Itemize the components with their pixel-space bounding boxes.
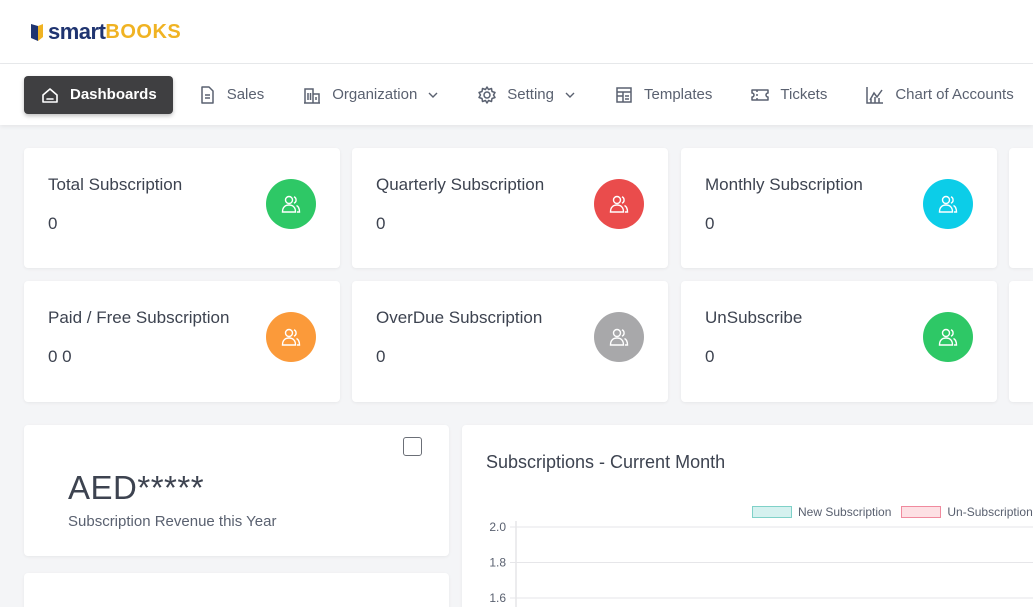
revenue-card: AED***** Subscription Revenue this Year (24, 425, 449, 556)
nav-item-templates[interactable]: Templates (600, 76, 726, 114)
main-nav: Dashboards Sales Organization Setting Te… (0, 64, 1033, 125)
users-icon (923, 179, 973, 229)
stat-title: UnSubscribe (705, 308, 803, 327)
chevron-down-icon (565, 92, 575, 98)
nav-item-dashboards[interactable]: Dashboards (24, 75, 173, 114)
stat-value: 0 (705, 214, 715, 233)
template-icon (616, 86, 632, 103)
stat-card-quarterly-subscription[interactable]: Quarterly Subscription 0 (352, 148, 668, 268)
stat-value: 0 (48, 214, 58, 233)
stat-value: 0 (376, 214, 386, 233)
building-icon (304, 87, 321, 104)
nav-item-sales[interactable]: Sales (183, 76, 279, 114)
subscriptions-chart-card: Subscriptions - Current Month New Subscr… (462, 425, 1033, 607)
stat-card-monthly-subscription[interactable]: Monthly Subscription 0 (681, 148, 997, 268)
smartbooks-logo[interactable]: smart BOOKS (30, 18, 181, 46)
stat-title: Monthly Subscription (705, 175, 863, 194)
revenue-value: AED***** (68, 469, 205, 506)
home-icon (42, 87, 58, 103)
bottom-card (24, 573, 449, 607)
nav-label: Dashboards (70, 86, 157, 103)
gear-icon (478, 85, 497, 104)
nav-label: Tickets (780, 86, 828, 103)
chart-y-tick-label: 1.8 (489, 556, 506, 570)
stat-title: Total Subscription (48, 175, 183, 194)
stat-card-partial (1009, 148, 1033, 268)
nav-item-organization[interactable]: Organization (288, 76, 453, 114)
stat-title: OverDue Subscription (376, 308, 543, 327)
users-icon (594, 312, 644, 362)
chevron-down-icon (428, 92, 438, 98)
stat-title: Quarterly Subscription (376, 175, 545, 194)
stat-title: Paid / Free Subscription (48, 308, 230, 327)
stat-card-total-subscription[interactable]: Total Subscription 0 (24, 148, 340, 268)
stat-value: 0 (705, 347, 715, 366)
chart-plot: 2.0 1.8 1.6 (489, 520, 1033, 607)
nav-label: Templates (644, 86, 713, 103)
logo-text-books: BOOKS (105, 20, 182, 43)
chart-y-tick-label: 2.0 (489, 520, 506, 534)
top-header: smart BOOKS (0, 0, 1033, 64)
nav-label: Organization (332, 86, 418, 103)
revenue-visibility-checkbox[interactable] (403, 437, 422, 456)
stat-card-paid-free-subscription[interactable]: Paid / Free Subscription 0 0 (24, 281, 340, 402)
nav-item-setting[interactable]: Setting (463, 76, 590, 114)
stat-card-partial (1009, 281, 1033, 402)
logo-mark-icon (31, 24, 43, 41)
stat-value: 0 0 (48, 347, 72, 366)
stat-value: 0 (376, 347, 386, 366)
nav-item-chart-of-accounts[interactable]: Chart of Accounts (851, 76, 1027, 114)
users-icon (923, 312, 973, 362)
nav-item-tickets[interactable]: Tickets (736, 76, 841, 114)
stat-card-unsubscribe[interactable]: UnSubscribe 0 (681, 281, 997, 402)
nav-label: Chart of Accounts (895, 86, 1014, 103)
nav-label: Setting (507, 86, 554, 103)
chart-y-tick-label: 1.6 (489, 591, 506, 605)
users-icon (594, 179, 644, 229)
users-icon (266, 312, 316, 362)
chart-icon (866, 86, 884, 104)
revenue-label: Subscription Revenue this Year (68, 513, 277, 530)
stat-card-overdue-subscription[interactable]: OverDue Subscription 0 (352, 281, 668, 402)
nav-label: Sales (226, 86, 265, 103)
document-icon (200, 85, 214, 104)
logo-text-smart: smart (48, 19, 106, 44)
ticket-icon (751, 88, 770, 101)
users-icon (266, 179, 316, 229)
